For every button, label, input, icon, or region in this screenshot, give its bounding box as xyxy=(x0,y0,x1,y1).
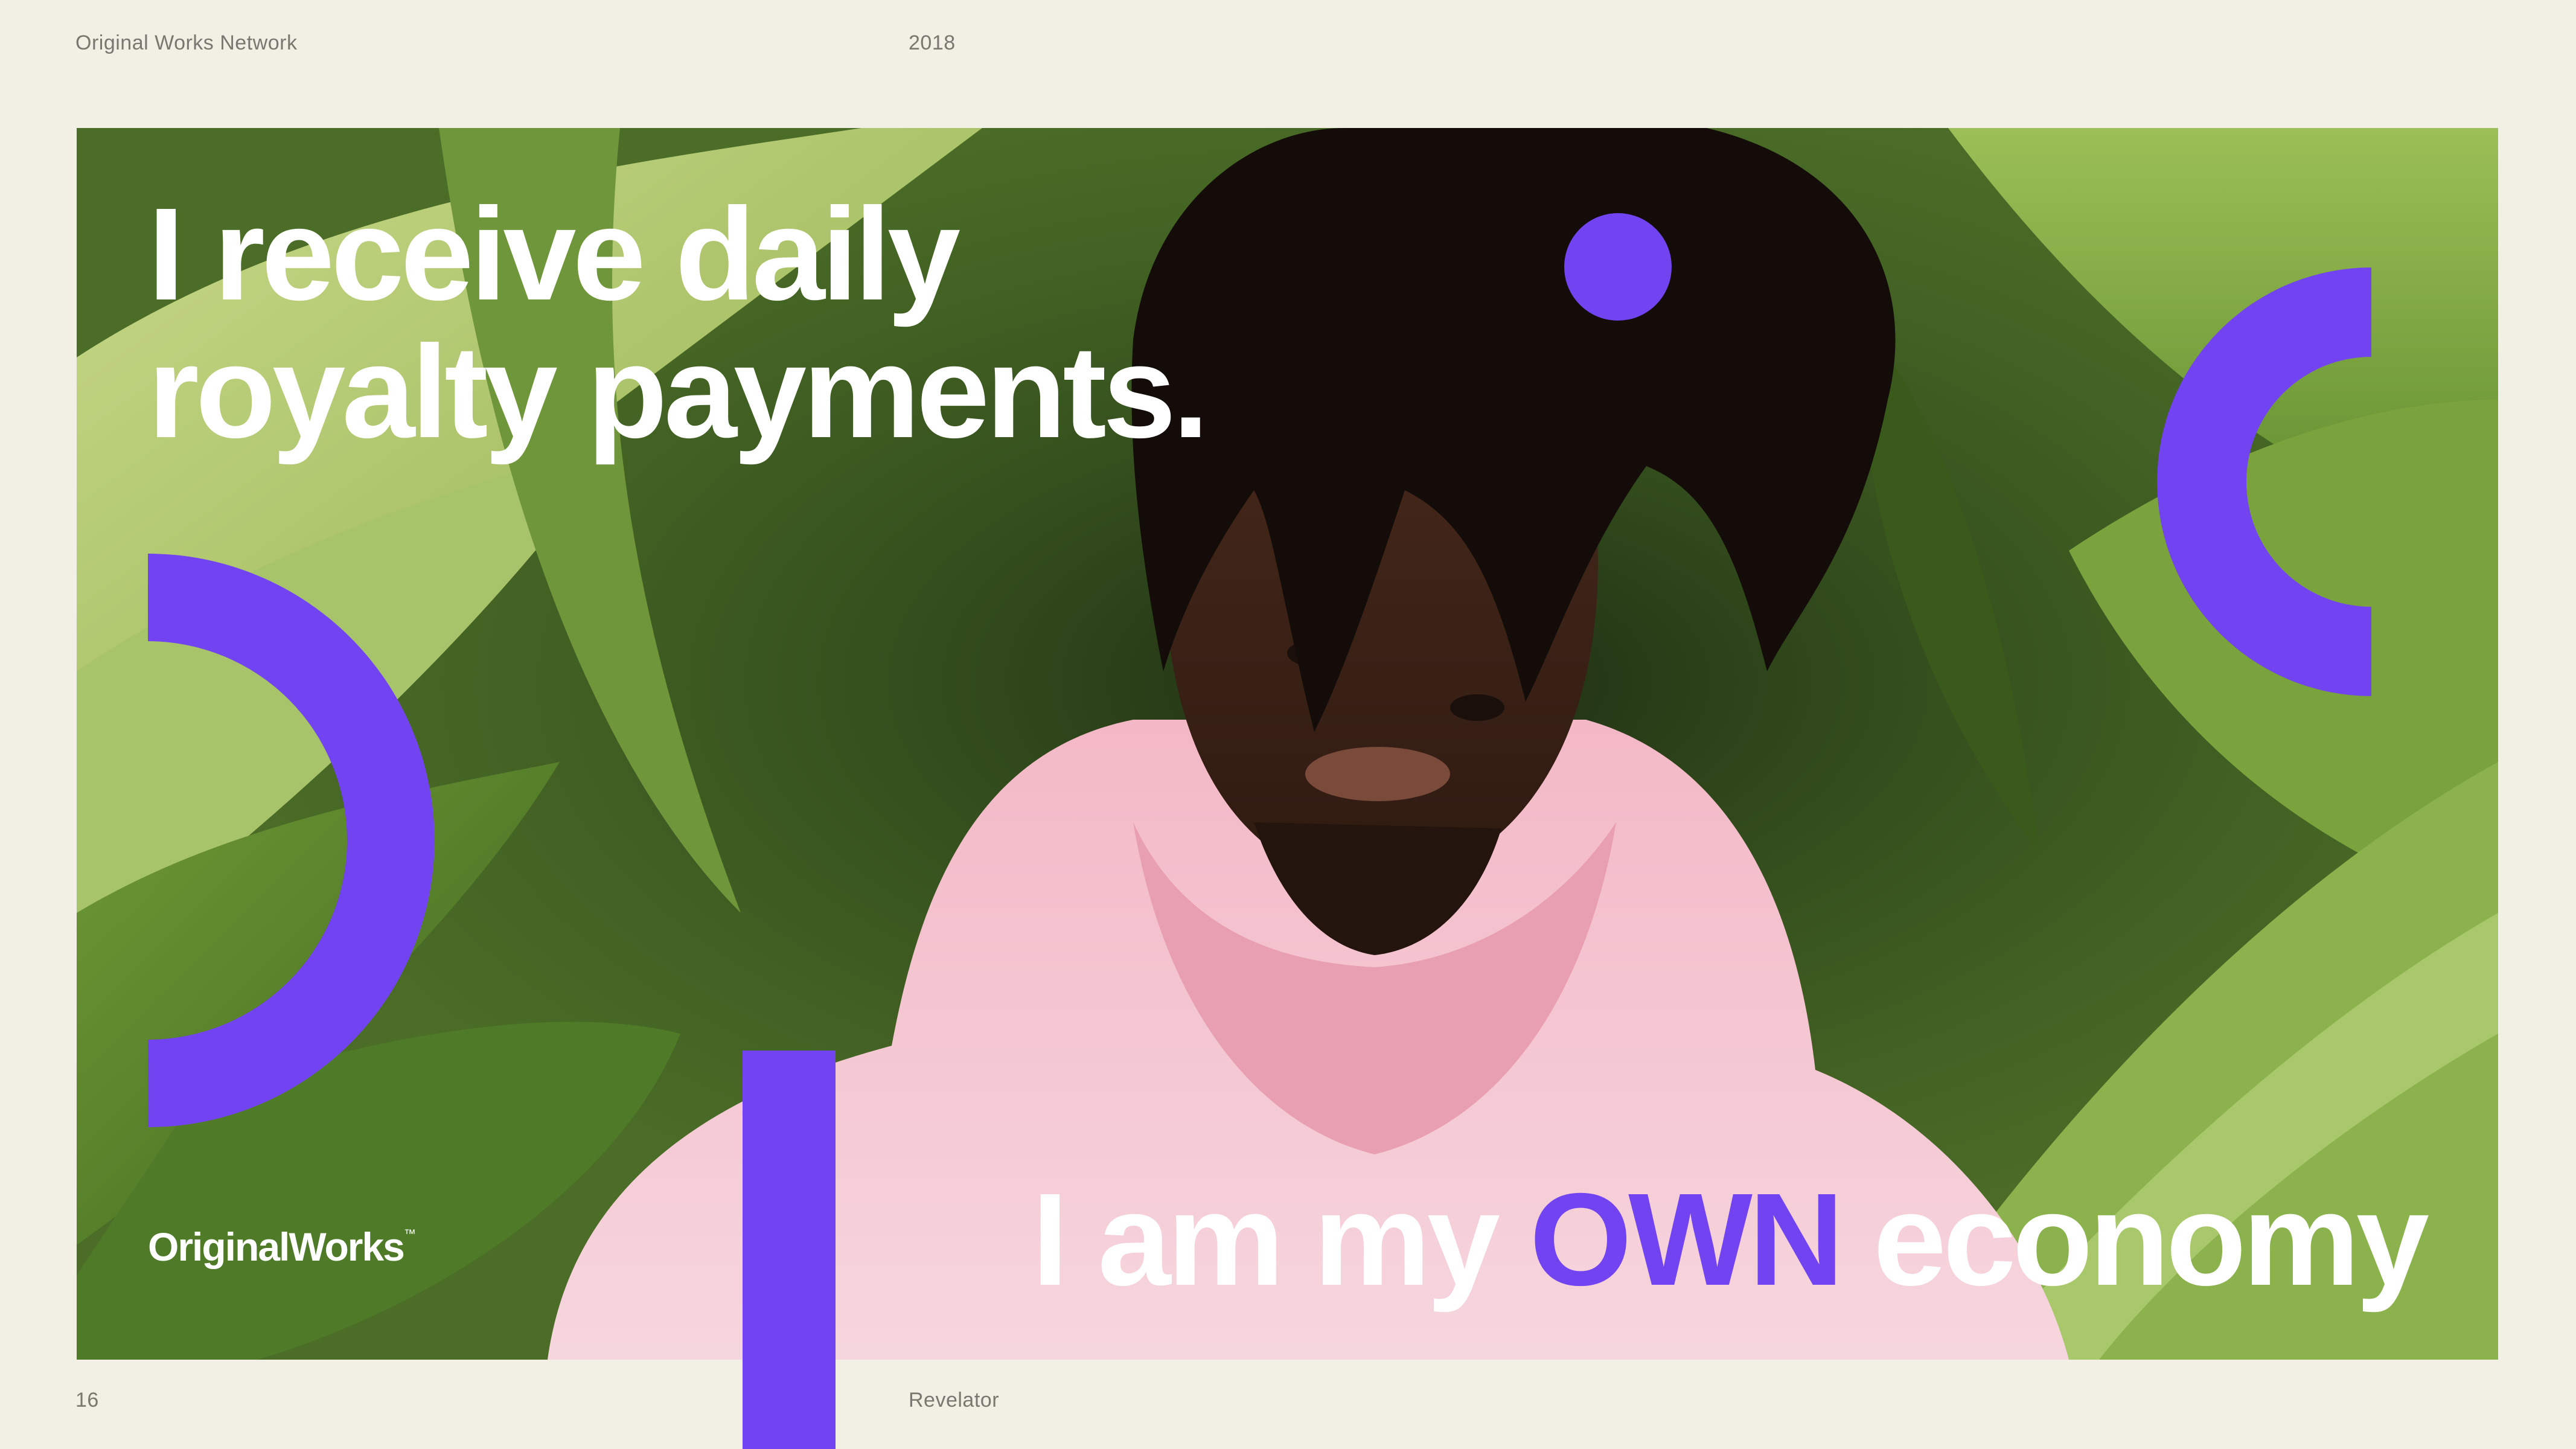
slide-page: Original Works Network 2018 I receive da… xyxy=(0,0,2576,1449)
headline-line-2: royalty payments. xyxy=(148,319,1209,465)
original-works-logo: OriginalWorks™ xyxy=(148,1224,416,1270)
tagline: I am my OWN economy xyxy=(1032,1166,2429,1313)
trademark-symbol: ™ xyxy=(403,1227,416,1241)
headline: I receive daily royalty payments. xyxy=(148,186,1476,461)
footer-label: Revelator xyxy=(909,1389,1000,1412)
network-label: Original Works Network xyxy=(75,31,298,54)
year-label: 2018 xyxy=(909,31,956,54)
tagline-accent-word: OWN xyxy=(1529,1166,1844,1313)
hero-photo: I receive daily royalty payments. I am m… xyxy=(77,128,2498,1360)
page-number: 16 xyxy=(75,1389,99,1412)
tagline-before: I am my xyxy=(1032,1166,1500,1313)
headline-line-1: I receive daily xyxy=(148,181,960,328)
logo-wordmark: OriginalWorks xyxy=(148,1224,405,1269)
tagline-after: economy xyxy=(1873,1166,2429,1313)
